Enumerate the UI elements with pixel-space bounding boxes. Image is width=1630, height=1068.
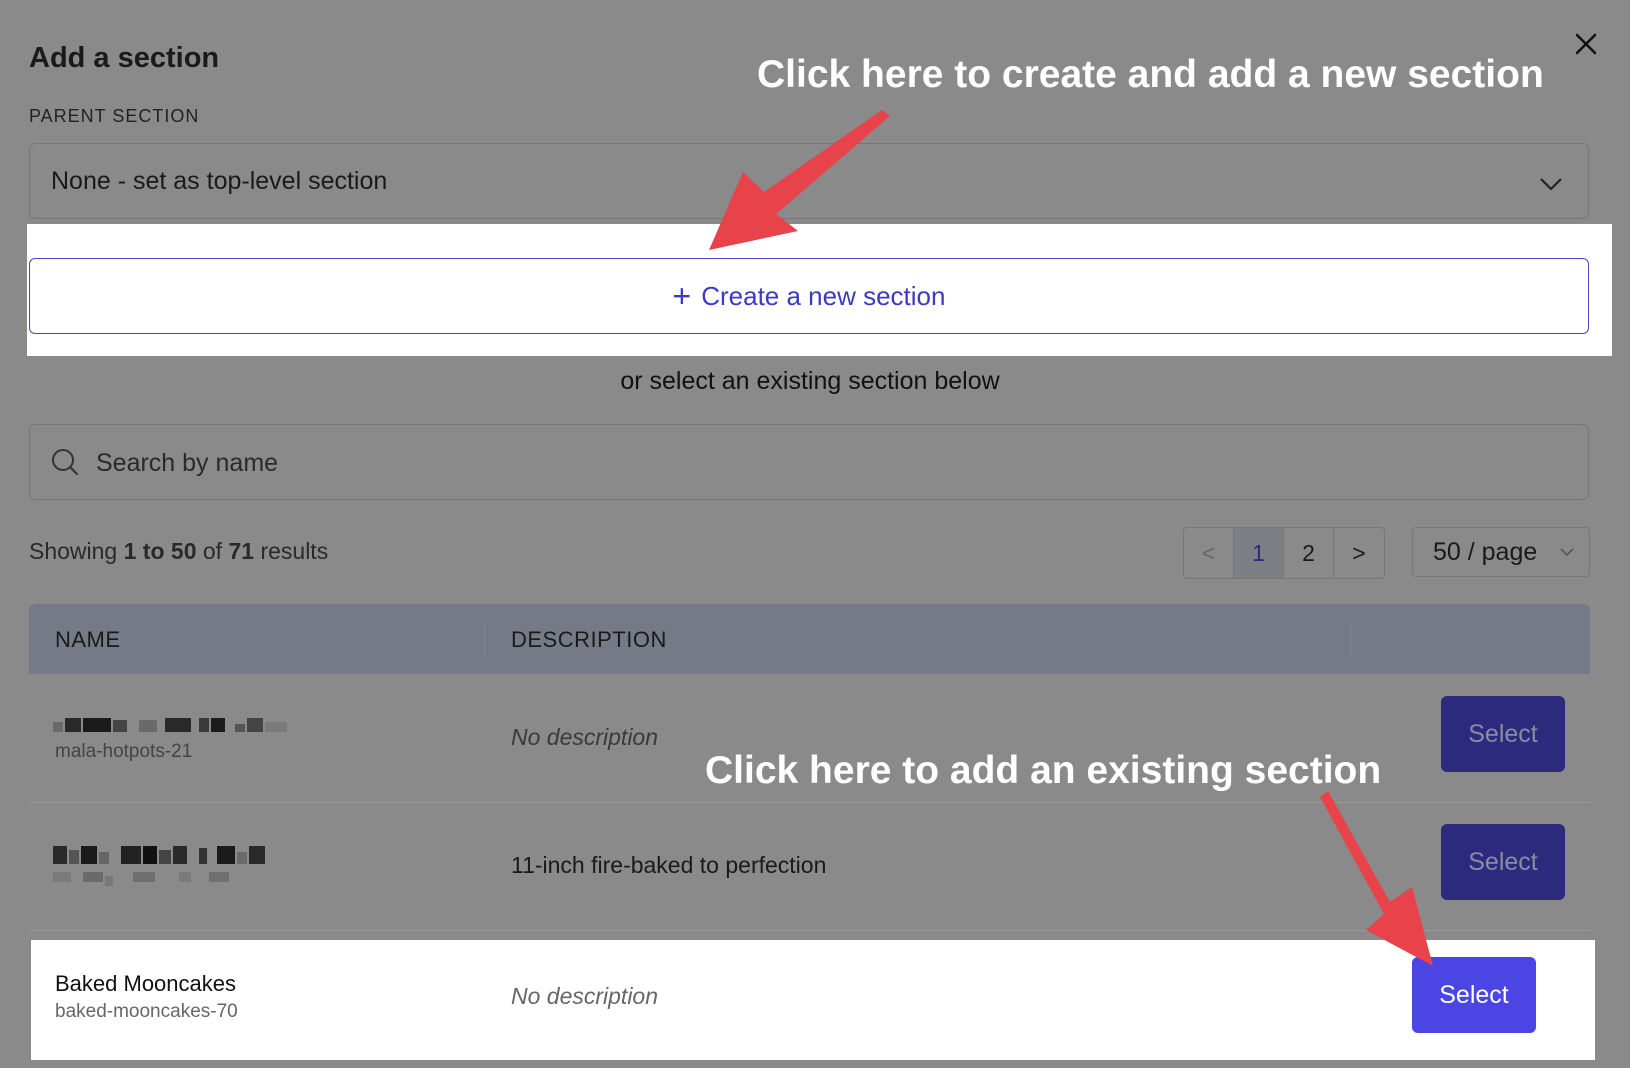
results-summary: Showing 1 to 50 of 71 results [29, 538, 328, 565]
search-box [29, 424, 1589, 501]
row-description: No description [511, 724, 659, 750]
search-icon [52, 449, 79, 476]
page-1-button[interactable]: 1 [1234, 528, 1284, 578]
annotation-existing: Click here to add an existing section [705, 749, 1382, 792]
pagination: < 1 2 > [1183, 527, 1385, 579]
plus-icon: + [672, 278, 692, 314]
row-description: 11-inch fire-baked to perfection [511, 852, 827, 878]
parent-section-value: None - set as top-level section [51, 167, 388, 195]
column-header-name: NAME [55, 627, 121, 652]
results-total: 71 [228, 538, 255, 564]
modal-title: Add a section [29, 42, 220, 74]
per-page-select[interactable]: 50 / page [1412, 527, 1590, 577]
table-row-highlighted [31, 940, 1595, 1060]
row-slug: baked-mooncakes-70 [55, 1001, 238, 1022]
table-row: 11-inch fire-baked to perfection Select [29, 802, 1590, 931]
per-page-value: 50 / page [1433, 537, 1538, 566]
prev-page-button[interactable]: < [1184, 528, 1234, 578]
annotation-create: Click here to create and add a new secti… [757, 53, 1544, 96]
blurred-name [53, 846, 265, 886]
chevron-down-icon [1560, 548, 1574, 557]
close-icon[interactable] [1572, 30, 1600, 58]
select-button[interactable]: Select [1412, 957, 1536, 1033]
select-button[interactable]: Select [1441, 696, 1565, 772]
row-description: No description [511, 983, 659, 1009]
column-divider [484, 624, 485, 656]
select-button[interactable]: Select [1441, 824, 1565, 900]
results-of: of [202, 538, 223, 564]
table-header: NAME DESCRIPTION [29, 604, 1590, 674]
add-section-modal: Add a section PARENT SECTION None - set … [0, 0, 1630, 1068]
column-header-description: DESCRIPTION [511, 627, 667, 652]
page-2-button[interactable]: 2 [1284, 528, 1334, 578]
create-section-button[interactable]: + Create a new section [29, 258, 1589, 334]
parent-section-label: PARENT SECTION [29, 106, 200, 126]
blurred-name [53, 718, 287, 732]
next-page-button[interactable]: > [1334, 528, 1384, 578]
results-range: 1 to 50 [123, 538, 197, 564]
chevron-down-icon [1540, 178, 1562, 191]
create-section-label: Create a new section [701, 280, 946, 311]
row-name: Baked Mooncakes [55, 971, 236, 996]
search-input[interactable] [94, 425, 1498, 501]
row-slug: mala-hotpots-21 [55, 741, 193, 762]
results-prefix: Showing [29, 538, 118, 564]
column-divider [1350, 624, 1351, 656]
parent-section-select[interactable]: None - set as top-level section [29, 143, 1589, 219]
or-select-text: or select an existing section below [620, 367, 1000, 395]
results-suffix: results [260, 538, 329, 564]
